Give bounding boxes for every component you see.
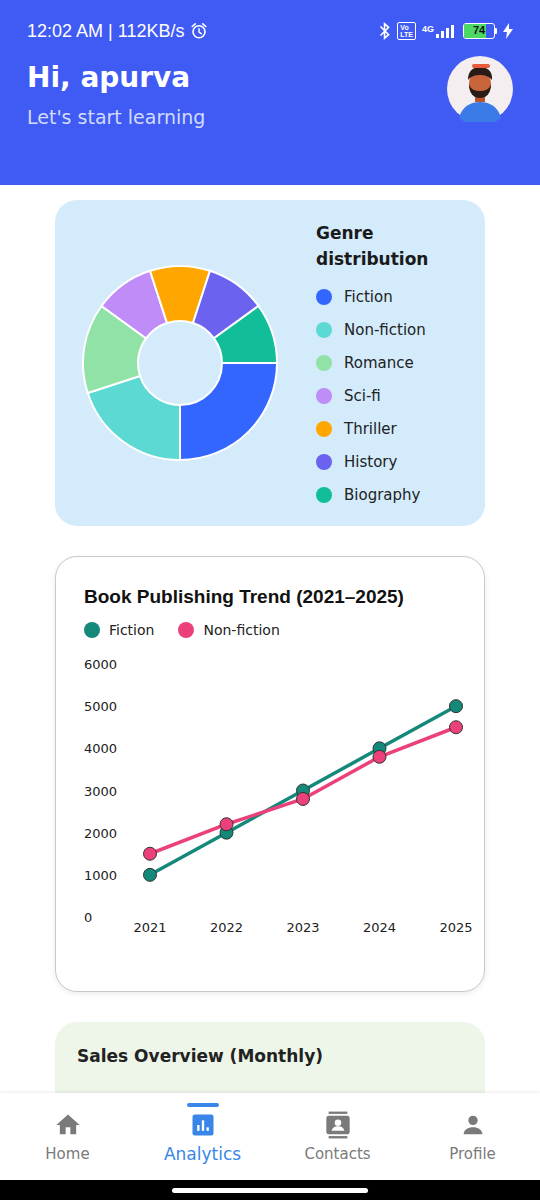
home-icon (54, 1111, 82, 1139)
trend-legend: Fiction Non-fiction (56, 611, 484, 641)
y-tick: 0 (84, 910, 92, 925)
profile-icon (459, 1111, 487, 1139)
content: Genre distribution Fiction Non-fiction R… (0, 185, 540, 1093)
charging-icon (503, 23, 513, 39)
trend-title: Book Publishing Trend (2021–2025) (56, 583, 484, 611)
screen: 12:02 AM | 112KB/s VoLTE 4G 74 Hi, apurv… (0, 0, 540, 1200)
signal-icon (435, 24, 457, 38)
x-label: 2023 (286, 920, 319, 935)
home-indicator[interactable] (172, 1188, 368, 1193)
x-label: 2022 (210, 920, 243, 935)
y-tick: 2000 (84, 826, 117, 841)
contacts-icon (324, 1111, 352, 1139)
series-line (150, 727, 456, 854)
legend-item: Biography (316, 484, 473, 506)
y-tick: 4000 (84, 741, 117, 756)
battery-indicator: 74 (463, 23, 497, 39)
data-point[interactable] (297, 792, 310, 805)
avatar[interactable] (447, 56, 513, 122)
genre-title: Genre distribution (316, 220, 473, 272)
data-point[interactable] (144, 868, 157, 881)
donut-slice[interactable] (180, 363, 277, 460)
data-point[interactable] (220, 818, 233, 831)
x-label: 2025 (439, 920, 472, 935)
header: 12:02 AM | 112KB/s VoLTE 4G 74 Hi, apurv… (0, 0, 540, 185)
subtitle: Let's start learning (27, 104, 205, 130)
legend-item: Non-fiction (316, 319, 473, 341)
data-point[interactable] (450, 721, 463, 734)
legend-item: Thriller (316, 418, 473, 440)
analytics-icon (189, 1111, 217, 1139)
legend-item: Non-fiction (178, 619, 279, 641)
trend-card: Book Publishing Trend (2021–2025) Fictio… (55, 556, 485, 992)
status-time: 12:02 AM | 112KB/s (27, 21, 184, 42)
nav-item[interactable]: Contacts (270, 1093, 405, 1180)
series-line (150, 706, 456, 875)
y-tick: 3000 (84, 784, 117, 799)
legend-item: History (316, 451, 473, 473)
legend-item: Fiction (316, 286, 473, 308)
nav-item[interactable]: Home (0, 1093, 135, 1180)
volte-badge: VoLTE (397, 22, 416, 40)
status-bar: 12:02 AM | 112KB/s VoLTE 4G 74 (27, 0, 513, 60)
gesture-bar (0, 1180, 540, 1200)
greeting: Hi, apurva (27, 60, 205, 96)
x-label: 2024 (363, 920, 396, 935)
y-tick: 1000 (84, 868, 117, 883)
y-tick: 5000 (84, 699, 117, 714)
bluetooth-icon (379, 22, 391, 40)
data-point[interactable] (373, 750, 386, 763)
data-point[interactable] (144, 847, 157, 860)
bottom-nav: Home Analytics Contacts Profile (0, 1093, 540, 1180)
genre-legend: Genre distribution Fiction Non-fiction R… (316, 220, 473, 506)
legend-item: Sci-fi (316, 385, 473, 407)
y-tick: 6000 (84, 657, 117, 672)
avatar-icon (447, 56, 513, 122)
donut-chart (80, 263, 280, 463)
data-point[interactable] (450, 700, 463, 713)
sales-card: Sales Overview (Monthly) (55, 1022, 485, 1093)
nav-item[interactable]: Analytics (135, 1093, 270, 1180)
x-label: 2021 (133, 920, 166, 935)
genre-card: Genre distribution Fiction Non-fiction R… (55, 200, 485, 526)
network-indicator: 4G (422, 24, 457, 38)
alarm-icon (190, 22, 208, 40)
donut-slice[interactable] (214, 306, 277, 363)
line-chart: 6000 5000 4000 3000 2000 1000 0 2021 2022 2023 202… (56, 653, 484, 943)
legend-item: Fiction (84, 619, 154, 641)
legend-item: Romance (316, 352, 473, 374)
sales-title: Sales Overview (Monthly) (77, 1044, 463, 1068)
nav-item[interactable]: Profile (405, 1093, 540, 1180)
